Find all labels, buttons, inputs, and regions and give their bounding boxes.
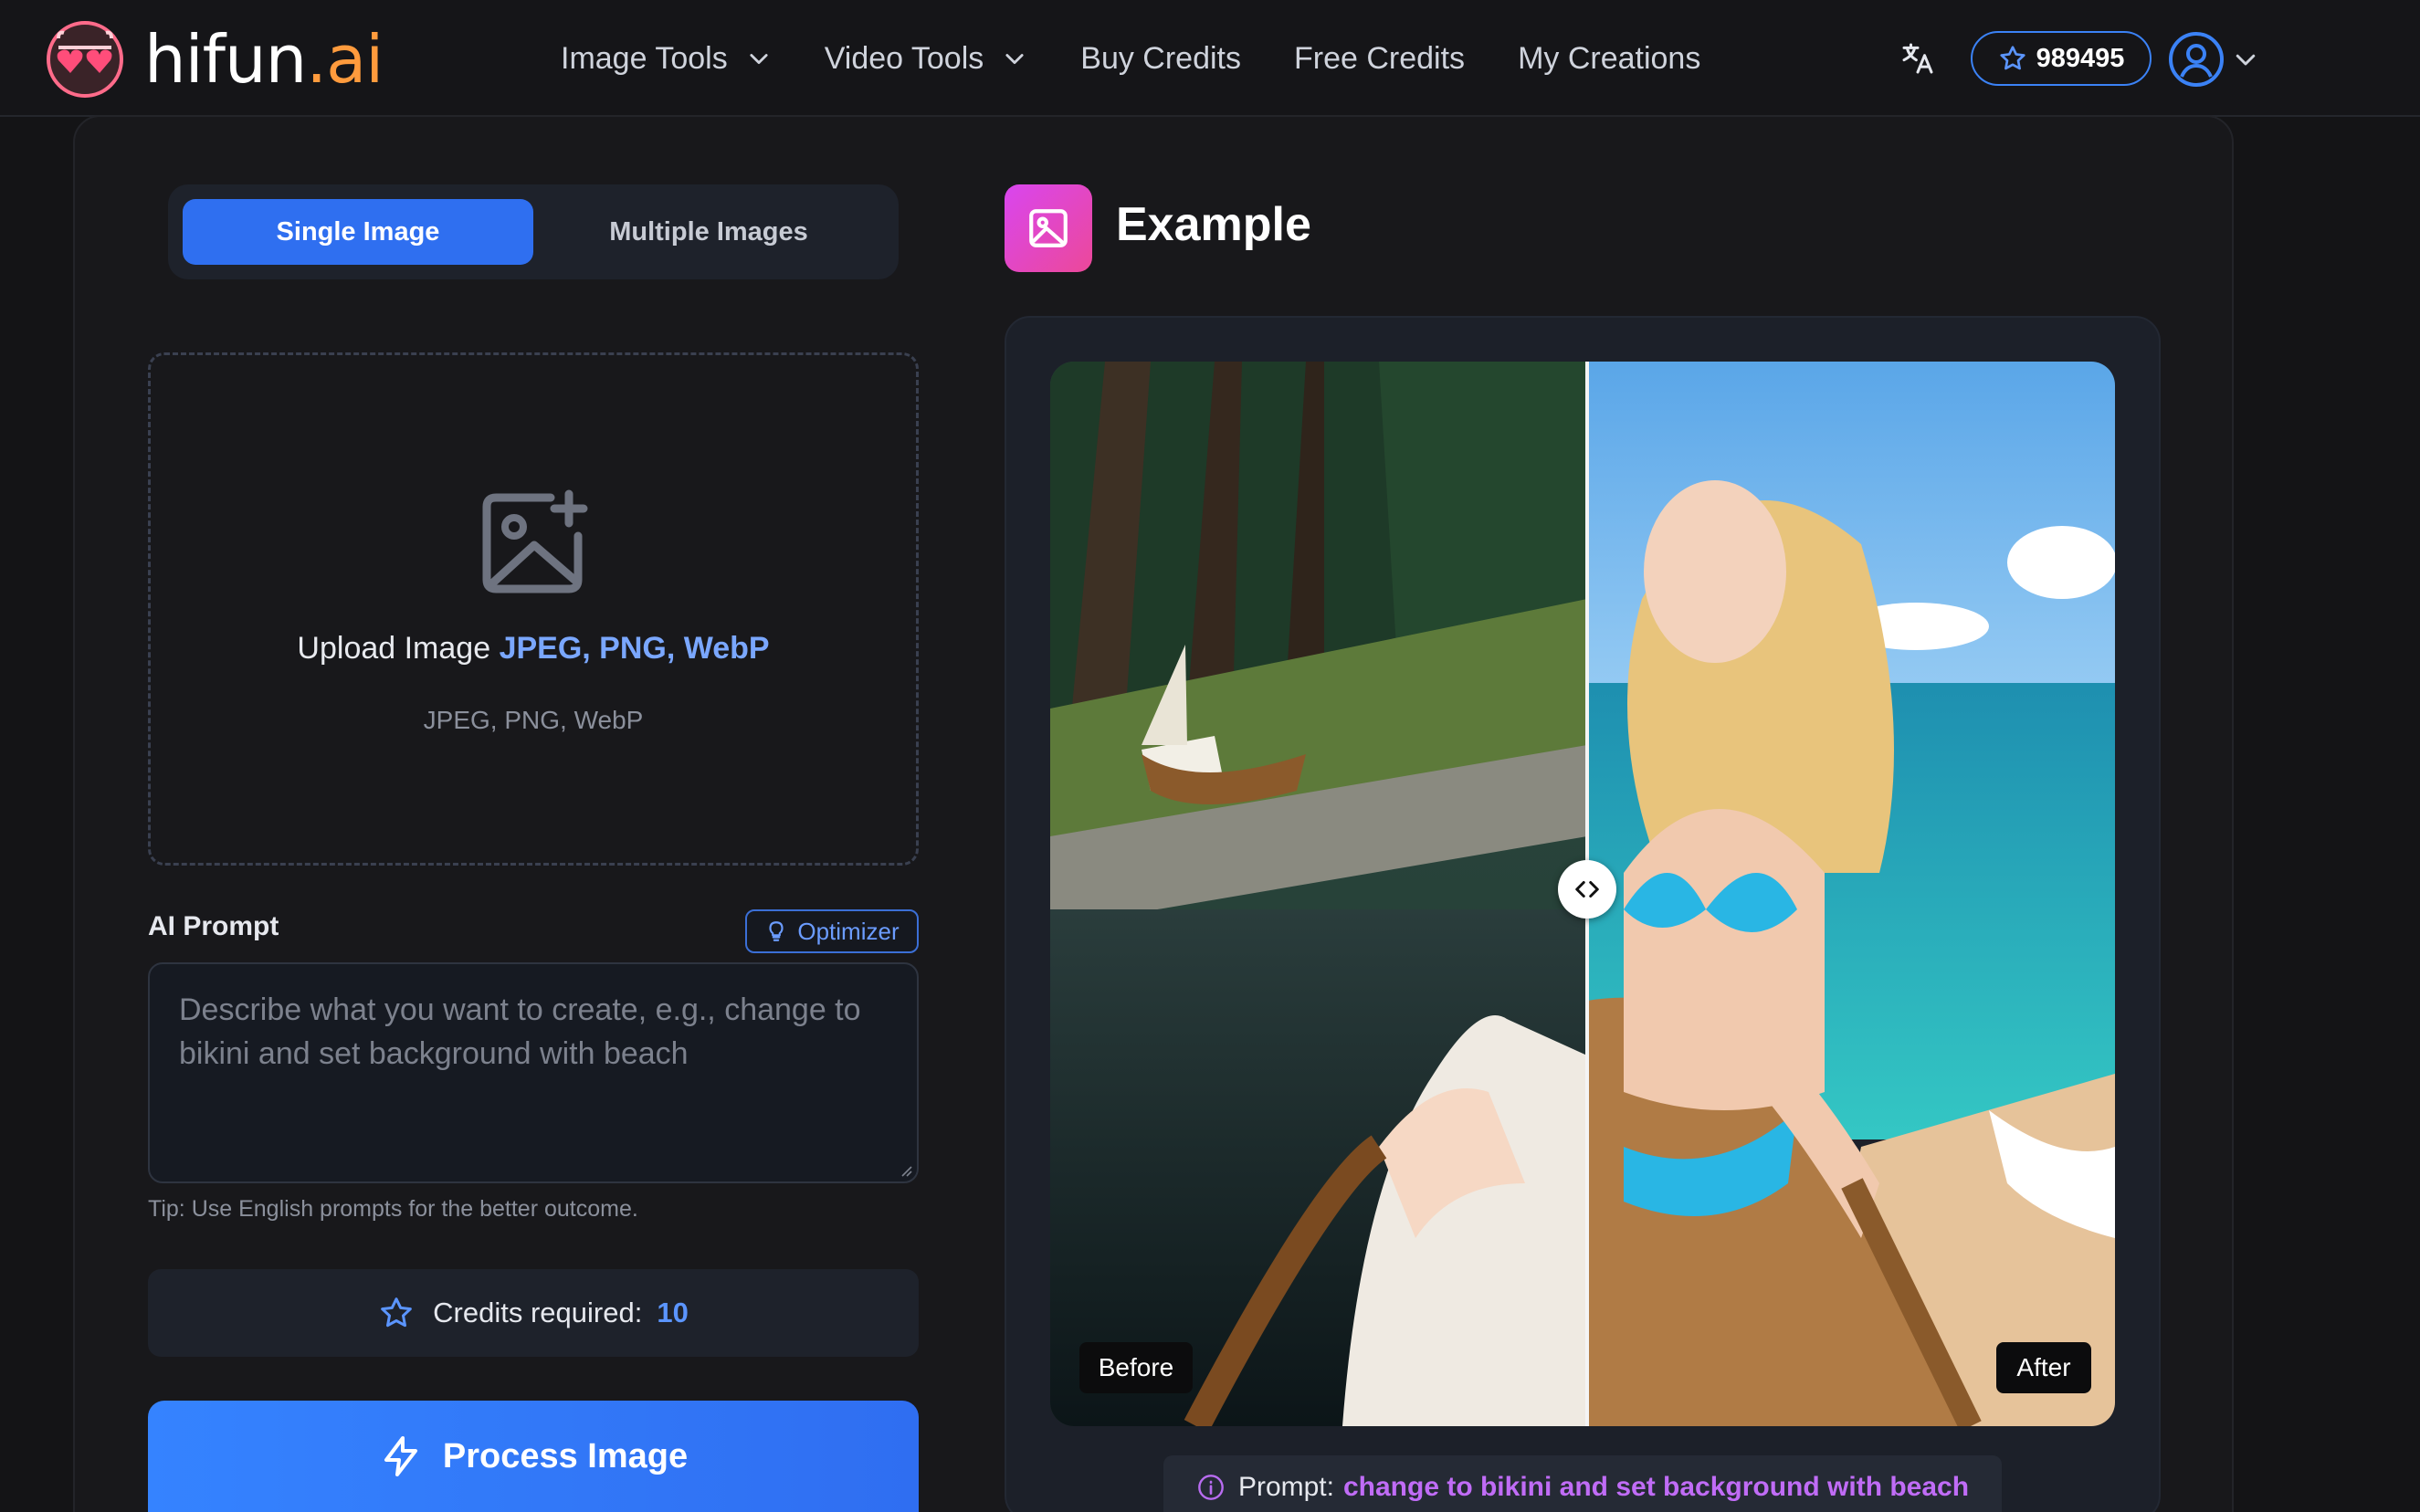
- brand-name: hifun.ai: [144, 21, 384, 98]
- resize-grip-icon[interactable]: [899, 1163, 913, 1178]
- nav-image-tools-label: Image Tools: [561, 40, 728, 76]
- chevron-down-icon: [1005, 54, 1024, 65]
- tab-single-image[interactable]: Single Image: [183, 199, 533, 265]
- upload-title: Upload Image JPEG, PNG, WebP: [151, 631, 916, 667]
- before-after-comparison[interactable]: Before After: [1050, 362, 2115, 1426]
- after-image: [1587, 362, 2115, 1426]
- lightning-icon: [384, 1436, 417, 1476]
- nav-buy-credits[interactable]: Buy Credits: [1080, 35, 1241, 82]
- star-icon: [2000, 46, 2025, 70]
- before-label: Before: [1079, 1342, 1193, 1393]
- tab-multiple-images[interactable]: Multiple Images: [533, 199, 884, 265]
- nav-video-tools-label: Video Tools: [824, 40, 984, 76]
- credits-required-value: 10: [657, 1297, 689, 1328]
- info-icon: [1198, 1475, 1224, 1500]
- credits-required-label: Credits required:: [433, 1297, 643, 1328]
- nav-my-creations[interactable]: My Creations: [1518, 35, 1700, 82]
- credits-balance-button[interactable]: 989495: [1971, 31, 2152, 86]
- arrows-left-right-icon: [1575, 881, 1599, 898]
- chevron-down-icon[interactable]: [2232, 46, 2259, 73]
- example-prompt-caption: Prompt: change to bikini and set backgro…: [1163, 1455, 2002, 1512]
- nav-free-credits[interactable]: Free Credits: [1294, 35, 1465, 82]
- lightbulb-icon: [769, 921, 784, 941]
- user-avatar-icon[interactable]: [2168, 31, 2225, 88]
- heart-glasses-logo-icon: [47, 21, 123, 98]
- before-image: [1050, 362, 1587, 1426]
- nav-video-tools[interactable]: Video Tools: [825, 35, 1028, 82]
- example-prompt-label: Prompt:: [1237, 1472, 1334, 1502]
- after-label: After: [1996, 1342, 2091, 1393]
- optimizer-button[interactable]: Optimizer: [745, 909, 919, 953]
- credits-balance-value: 989495: [2036, 43, 2125, 73]
- example-prompt-value: change to bikini and set background with…: [1342, 1472, 1970, 1502]
- brand-logo[interactable]: hifun.ai: [46, 20, 384, 99]
- nav-image-tools[interactable]: Image Tools: [561, 35, 772, 82]
- process-image-button[interactable]: Process Image: [148, 1401, 919, 1512]
- main-nav: Image Tools Video Tools Buy Credits Free…: [561, 35, 1753, 82]
- top-navbar: hifun.ai Image Tools Video Tools Buy Cre…: [0, 0, 2420, 117]
- example-badge: [1005, 184, 1092, 272]
- example-title: Example: [1116, 198, 1311, 251]
- translate-icon[interactable]: [1899, 40, 1936, 77]
- process-image-label: Process Image: [442, 1436, 689, 1475]
- ai-prompt-label: AI Prompt: [148, 911, 279, 941]
- prompt-placeholder: Describe what you want to create, e.g., …: [179, 992, 861, 1071]
- upload-title-text: Upload Image: [297, 631, 491, 666]
- credits-required-box: Credits required: 10: [148, 1269, 919, 1357]
- upload-dropzone[interactable]: Upload Image JPEG, PNG, WebP JPEG, PNG, …: [148, 352, 919, 866]
- upload-subtitle: JPEG, PNG, WebP: [423, 706, 644, 734]
- ai-prompt-textarea[interactable]: Describe what you want to create, e.g., …: [148, 962, 919, 1183]
- upload-formats: JPEG, PNG, WebP: [499, 631, 770, 666]
- comparison-slider-handle[interactable]: [1558, 860, 1616, 919]
- image-icon: [1029, 209, 1068, 247]
- mode-tabs: Single Image Multiple Images: [168, 184, 899, 279]
- add-image-icon: [482, 489, 588, 593]
- star-icon: [381, 1297, 413, 1328]
- optimizer-label: Optimizer: [797, 917, 900, 945]
- chevron-down-icon: [750, 54, 768, 65]
- prompt-tip: Tip: Use English prompts for the better …: [148, 1196, 638, 1222]
